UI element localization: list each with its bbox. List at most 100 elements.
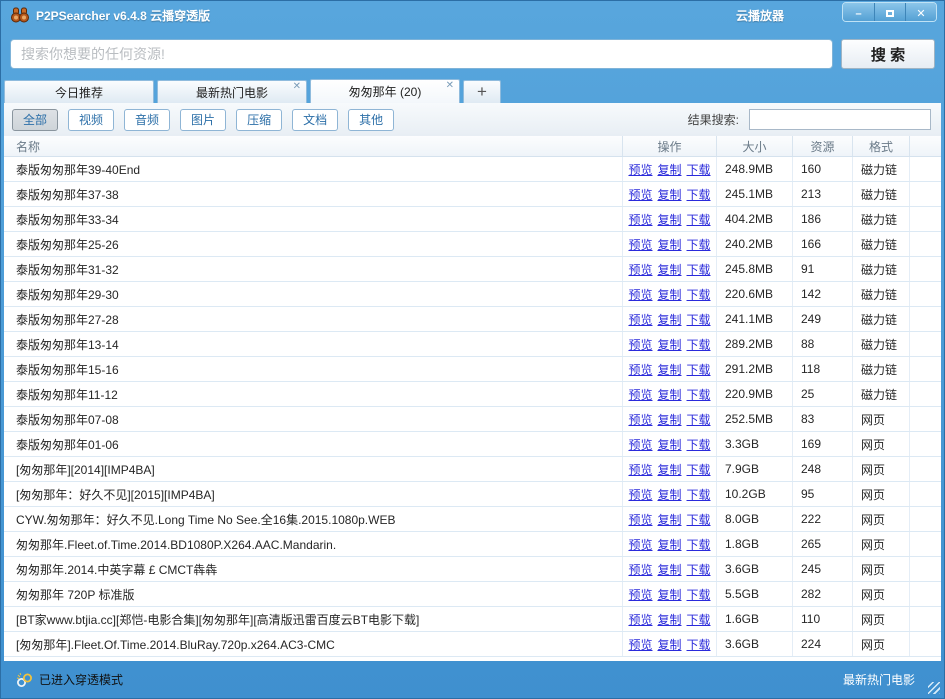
copy-link[interactable]: 复制	[657, 211, 681, 228]
header-name[interactable]: 名称	[4, 136, 622, 156]
preview-link[interactable]: 预览	[628, 336, 652, 353]
preview-link[interactable]: 预览	[628, 386, 652, 403]
download-link[interactable]: 下载	[687, 211, 711, 228]
preview-link[interactable]: 预览	[628, 486, 652, 503]
table-row[interactable]: 泰版匆匆那年31-32预览复制下载245.8MB91磁力链	[4, 257, 941, 282]
tab-3[interactable]: 匆匆那年 (20)✕	[310, 79, 460, 103]
copy-link[interactable]: 复制	[657, 386, 681, 403]
table-row[interactable]: 匆匆那年.2014.中英字幕 £ CMCT犇犇预览复制下载3.6GB245网页	[4, 557, 941, 582]
copy-link[interactable]: 复制	[657, 311, 681, 328]
preview-link[interactable]: 预览	[628, 586, 652, 603]
copy-link[interactable]: 复制	[657, 486, 681, 503]
header-format[interactable]: 格式	[852, 136, 909, 156]
result-search-input[interactable]	[749, 109, 931, 130]
copy-link[interactable]: 复制	[657, 186, 681, 203]
download-link[interactable]: 下载	[687, 511, 711, 528]
copy-link[interactable]: 复制	[657, 286, 681, 303]
copy-link[interactable]: 复制	[657, 636, 681, 653]
table-row[interactable]: 泰版匆匆那年33-34预览复制下载404.2MB186磁力链	[4, 207, 941, 232]
new-tab-button[interactable]: +	[463, 80, 501, 103]
preview-link[interactable]: 预览	[628, 636, 652, 653]
table-row[interactable]: [匆匆那年：好久不见][2015][IMP4BA]预览复制下载10.2GB95网…	[4, 482, 941, 507]
table-row[interactable]: 泰版匆匆那年15-16预览复制下载291.2MB118磁力链	[4, 357, 941, 382]
copy-link[interactable]: 复制	[657, 411, 681, 428]
preview-link[interactable]: 预览	[628, 411, 652, 428]
table-row[interactable]: 泰版匆匆那年01-06预览复制下载3.3GB169网页	[4, 432, 941, 457]
copy-link[interactable]: 复制	[657, 536, 681, 553]
preview-link[interactable]: 预览	[628, 186, 652, 203]
table-row[interactable]: 泰版匆匆那年27-28预览复制下载241.1MB249磁力链	[4, 307, 941, 332]
download-link[interactable]: 下载	[687, 636, 711, 653]
header-operations[interactable]: 操作	[622, 136, 716, 156]
table-row[interactable]: [匆匆那年].Fleet.Of.Time.2014.BluRay.720p.x2…	[4, 632, 941, 657]
download-link[interactable]: 下载	[687, 186, 711, 203]
filter-button-7[interactable]: 其他	[348, 109, 394, 131]
tab-close-icon[interactable]: ✕	[446, 80, 454, 92]
preview-link[interactable]: 预览	[628, 311, 652, 328]
filter-button-5[interactable]: 压缩	[236, 109, 282, 131]
download-link[interactable]: 下载	[687, 161, 711, 178]
table-row[interactable]: 泰版匆匆那年29-30预览复制下载220.6MB142磁力链	[4, 282, 941, 307]
preview-link[interactable]: 预览	[628, 561, 652, 578]
download-link[interactable]: 下载	[687, 461, 711, 478]
minimize-button[interactable]: –	[843, 3, 874, 22]
download-link[interactable]: 下载	[687, 436, 711, 453]
copy-link[interactable]: 复制	[657, 261, 681, 278]
copy-link[interactable]: 复制	[657, 586, 681, 603]
download-link[interactable]: 下载	[687, 386, 711, 403]
table-row[interactable]: [BT家www.btjia.cc][郑恺-电影合集][匆匆那年][高清版迅雷百度…	[4, 607, 941, 632]
table-row[interactable]: 泰版匆匆那年25-26预览复制下载240.2MB166磁力链	[4, 232, 941, 257]
cloud-player-button[interactable]: 云播放器	[736, 7, 784, 24]
preview-link[interactable]: 预览	[628, 286, 652, 303]
copy-link[interactable]: 复制	[657, 336, 681, 353]
filter-button-4[interactable]: 图片	[180, 109, 226, 131]
tab-close-icon[interactable]: ✕	[293, 81, 301, 93]
download-link[interactable]: 下载	[687, 411, 711, 428]
preview-link[interactable]: 预览	[628, 161, 652, 178]
header-resources[interactable]: 资源	[792, 136, 852, 156]
search-button[interactable]: 搜 索	[841, 39, 935, 69]
download-link[interactable]: 下载	[687, 361, 711, 378]
table-row[interactable]: 泰版匆匆那年39-40End预览复制下载248.9MB160磁力链	[4, 157, 941, 182]
download-link[interactable]: 下载	[687, 236, 711, 253]
copy-link[interactable]: 复制	[657, 361, 681, 378]
close-button[interactable]: ✕	[905, 3, 936, 22]
preview-link[interactable]: 预览	[628, 436, 652, 453]
preview-link[interactable]: 预览	[628, 261, 652, 278]
copy-link[interactable]: 复制	[657, 461, 681, 478]
copy-link[interactable]: 复制	[657, 161, 681, 178]
preview-link[interactable]: 预览	[628, 361, 652, 378]
filter-button-1[interactable]: 全部	[12, 109, 58, 131]
table-row[interactable]: 泰版匆匆那年13-14预览复制下载289.2MB88磁力链	[4, 332, 941, 357]
table-row[interactable]: CYW.匆匆那年：好久不见.Long Time No See.全16集.2015…	[4, 507, 941, 532]
preview-link[interactable]: 预览	[628, 461, 652, 478]
table-row[interactable]: 泰版匆匆那年07-08预览复制下载252.5MB83网页	[4, 407, 941, 432]
preview-link[interactable]: 预览	[628, 511, 652, 528]
download-link[interactable]: 下载	[687, 261, 711, 278]
tab-2[interactable]: 最新热门电影✕	[157, 80, 307, 103]
table-row[interactable]: 泰版匆匆那年37-38预览复制下载245.1MB213磁力链	[4, 182, 941, 207]
download-link[interactable]: 下载	[687, 336, 711, 353]
filter-button-2[interactable]: 视频	[68, 109, 114, 131]
copy-link[interactable]: 复制	[657, 236, 681, 253]
download-link[interactable]: 下载	[687, 486, 711, 503]
download-link[interactable]: 下载	[687, 586, 711, 603]
copy-link[interactable]: 复制	[657, 561, 681, 578]
header-size[interactable]: 大小	[716, 136, 792, 156]
tab-1[interactable]: 今日推荐	[4, 80, 154, 103]
table-row[interactable]: 匆匆那年.Fleet.of.Time.2014.BD1080P.X264.AAC…	[4, 532, 941, 557]
copy-link[interactable]: 复制	[657, 436, 681, 453]
filter-button-6[interactable]: 文档	[292, 109, 338, 131]
copy-link[interactable]: 复制	[657, 511, 681, 528]
filter-button-3[interactable]: 音频	[124, 109, 170, 131]
maximize-button[interactable]	[874, 3, 905, 22]
table-row[interactable]: 泰版匆匆那年11-12预览复制下载220.9MB25磁力链	[4, 382, 941, 407]
download-link[interactable]: 下载	[687, 611, 711, 628]
search-input[interactable]	[10, 39, 833, 69]
preview-link[interactable]: 预览	[628, 236, 652, 253]
preview-link[interactable]: 预览	[628, 211, 652, 228]
status-right-text[interactable]: 最新热门电影	[843, 671, 915, 688]
table-row[interactable]: 匆匆那年 720P 标准版预览复制下载5.5GB282网页	[4, 582, 941, 607]
download-link[interactable]: 下载	[687, 561, 711, 578]
table-row[interactable]: [匆匆那年][2014][IMP4BA]预览复制下载7.9GB248网页	[4, 457, 941, 482]
